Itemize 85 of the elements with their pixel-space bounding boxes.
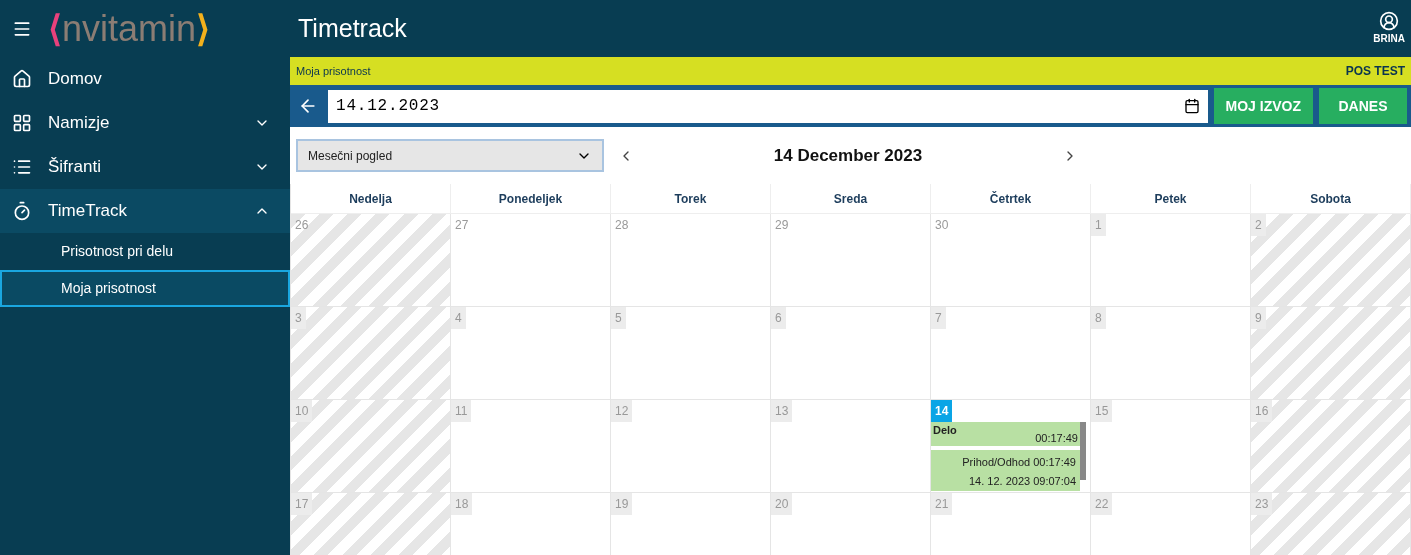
day-cell[interactable]: 27 — [451, 214, 611, 307]
day-number: 14 — [931, 400, 953, 422]
event-block[interactable]: Delo 00:17:49 — [931, 422, 1080, 446]
day-cell[interactable]: 20 — [771, 493, 931, 555]
day-number: 12 — [611, 400, 633, 422]
day-cell[interactable]: 23 — [1251, 493, 1411, 555]
day-cell[interactable]: 16 — [1251, 400, 1411, 493]
day-cell[interactable]: 21 — [931, 493, 1091, 555]
date-field[interactable]: 14.12.2023 — [328, 89, 1208, 123]
day-number: 3 — [291, 307, 306, 329]
timer-icon — [12, 201, 32, 221]
day-cell[interactable]: 28 — [611, 214, 771, 307]
day-cell[interactable]: 29 — [771, 214, 931, 307]
day-cell[interactable]: 1 — [1091, 214, 1251, 307]
day-cell[interactable]: 9 — [1251, 307, 1411, 400]
day-cell[interactable]: 6 — [771, 307, 931, 400]
day-number: 1 — [1091, 214, 1106, 236]
sidebar-subitem[interactable]: Prisotnost pri delu — [0, 233, 290, 270]
day-number: 13 — [771, 400, 793, 422]
day-cell[interactable]: 19 — [611, 493, 771, 555]
day-number: 8 — [1091, 307, 1106, 329]
day-cell[interactable]: 11 — [451, 400, 611, 493]
home-icon — [12, 69, 32, 89]
day-number: 6 — [771, 307, 786, 329]
day-number: 23 — [1251, 493, 1273, 515]
sidebar-subitem[interactable]: Moja prisotnost — [0, 270, 290, 307]
page-title: Timetrack — [298, 12, 407, 44]
day-cell[interactable]: 30 — [931, 214, 1091, 307]
event-text: 14. 12. 2023 09:07:04 — [968, 474, 1076, 489]
day-number: 30 — [934, 217, 950, 234]
day-cell[interactable]: 5 — [611, 307, 771, 400]
day-cell[interactable]: 10 — [291, 400, 451, 493]
sidebar-item[interactable]: TimeTrack — [0, 189, 290, 233]
day-number: 15 — [1091, 400, 1113, 422]
sidebar-item[interactable]: Šifranti — [0, 145, 290, 189]
day-number: 28 — [614, 217, 630, 234]
action-button[interactable]: MOJ IZVOZ — [1213, 88, 1313, 124]
event-time: 00:17:49 — [1035, 430, 1078, 446]
day-number: 9 — [1251, 307, 1266, 329]
view-select[interactable]: Mesečni pogled — [296, 139, 604, 172]
sidebar-item[interactable]: Namizje — [0, 101, 290, 145]
event-text: Prihod/Odhod 00:17:49 — [962, 455, 1076, 470]
day-cell[interactable]: 7 — [931, 307, 1091, 400]
day-cell[interactable]: 26 — [291, 214, 451, 307]
logo: ⟨nvitamin⟩ — [48, 10, 211, 47]
day-number: 2 — [1251, 214, 1266, 236]
day-cell[interactable]: 4 — [451, 307, 611, 400]
day-cell[interactable]: 3 — [291, 307, 451, 400]
day-number: 7 — [931, 307, 946, 329]
breadcrumb: Moja prisotnost — [296, 63, 371, 79]
user-icon[interactable] — [1379, 11, 1400, 31]
grid-icon — [12, 113, 32, 133]
sidebar-item[interactable]: Domov — [0, 57, 290, 101]
user-name: BRINA — [1373, 32, 1405, 46]
day-number: 19 — [611, 493, 633, 515]
calendar-icon[interactable] — [1183, 98, 1200, 114]
day-number: 26 — [294, 217, 310, 234]
day-cell[interactable]: 14 Delo 00:17:49 Prihod/Odhod 00:17:49 14. 12. 2023 09:07:04 — [931, 400, 1091, 493]
day-cell[interactable]: 18 — [451, 493, 611, 555]
day-number: 21 — [931, 493, 953, 515]
day-number: 27 — [454, 217, 470, 234]
day-cell[interactable]: 22 — [1091, 493, 1251, 555]
day-number: 17 — [291, 493, 313, 515]
day-number: 18 — [451, 493, 473, 515]
day-number: 16 — [1251, 400, 1273, 422]
event-block[interactable]: Prihod/Odhod 00:17:49 14. 12. 2023 09:07:04 — [931, 450, 1080, 491]
day-number: 29 — [774, 217, 790, 234]
day-number: 5 — [611, 307, 626, 329]
list-icon — [12, 157, 32, 177]
day-number: 10 — [291, 400, 313, 422]
day-number: 22 — [1091, 493, 1113, 515]
day-cell[interactable]: 15 — [1091, 400, 1251, 493]
day-cell[interactable]: 8 — [1091, 307, 1251, 400]
event-label: Delo — [933, 423, 957, 438]
day-number: 11 — [451, 400, 472, 422]
action-button[interactable]: DANES — [1319, 88, 1407, 124]
day-number: 20 — [771, 493, 793, 515]
day-cell[interactable]: 12 — [611, 400, 771, 493]
environment-label: POS TEST — [1345, 63, 1405, 80]
day-cell[interactable]: 2 — [1251, 214, 1411, 307]
calendar-title: 14 December 2023 — [772, 144, 924, 167]
day-cell[interactable]: 13 — [771, 400, 931, 493]
day-number: 4 — [451, 307, 466, 329]
day-cell[interactable]: 17 — [291, 493, 451, 555]
scrollbar[interactable] — [1080, 422, 1086, 480]
